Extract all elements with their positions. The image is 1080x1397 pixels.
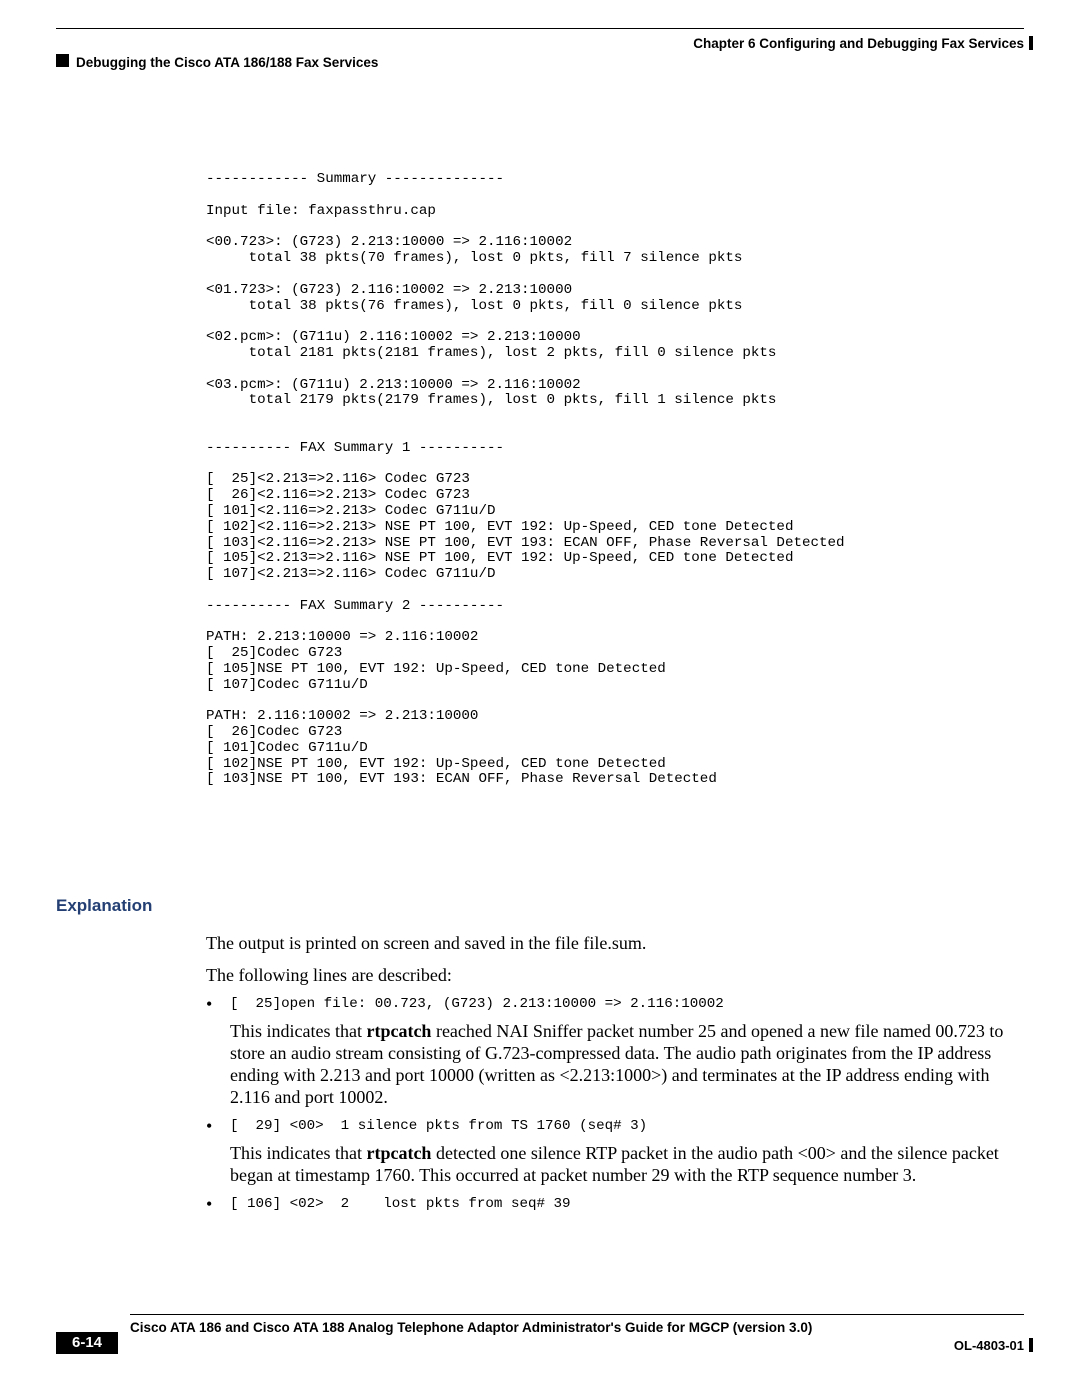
bullet-item: • [ 25]open file: 00.723, (G723) 2.213:1… <box>206 994 1016 1108</box>
bullet-dot-icon: • <box>206 994 230 1014</box>
bullet-item: • [ 29] <00> 1 silence pkts from TS 1760… <box>206 1116 1016 1186</box>
section-label: Debugging the Cisco ATA 186/188 Fax Serv… <box>76 55 378 70</box>
bullet-dot-icon: • <box>206 1194 230 1214</box>
header-rule <box>56 28 1024 29</box>
bullet-desc: This indicates that rtpcatch detected on… <box>230 1142 1016 1186</box>
footer-rule <box>130 1314 1024 1315</box>
bullet-item: • [ 106] <02> 2 lost pkts from seq# 39 <box>206 1194 1016 1214</box>
bullet-mono: [ 25]open file: 00.723, (G723) 2.213:100… <box>230 994 1016 1014</box>
bullet-content: [ 29] <00> 1 silence pkts from TS 1760 (… <box>230 1116 1016 1186</box>
chapter-label: Chapter 6 Configuring and Debugging Fax … <box>693 36 1024 51</box>
explanation-line-1: The output is printed on screen and save… <box>206 932 646 954</box>
page-number-badge: 6-14 <box>56 1332 118 1354</box>
explanation-bullets: • [ 25]open file: 00.723, (G723) 2.213:1… <box>206 994 1016 1222</box>
doc-id: OL-4803-01 <box>954 1338 1024 1353</box>
explanation-line-2: The following lines are described: <box>206 964 452 986</box>
bullet-mono: [ 106] <02> 2 lost pkts from seq# 39 <box>230 1194 1016 1214</box>
chapter-bar-icon <box>1029 36 1033 50</box>
explanation-heading: Explanation <box>56 896 152 916</box>
doc-id-bar-icon <box>1029 1338 1033 1352</box>
bullet-content: [ 106] <02> 2 lost pkts from seq# 39 <box>230 1194 1016 1214</box>
bullet-mono: [ 29] <00> 1 silence pkts from TS 1760 (… <box>230 1116 1016 1136</box>
bullet-desc: This indicates that rtpcatch reached NAI… <box>230 1020 1016 1108</box>
page: Chapter 6 Configuring and Debugging Fax … <box>0 0 1080 1397</box>
bullet-content: [ 25]open file: 00.723, (G723) 2.213:100… <box>230 994 1016 1108</box>
footer-title: Cisco ATA 186 and Cisco ATA 188 Analog T… <box>130 1320 812 1335</box>
code-block: ------------ Summary -------------- Inpu… <box>206 172 845 788</box>
section-marker-icon <box>56 54 69 67</box>
bullet-dot-icon: • <box>206 1116 230 1136</box>
